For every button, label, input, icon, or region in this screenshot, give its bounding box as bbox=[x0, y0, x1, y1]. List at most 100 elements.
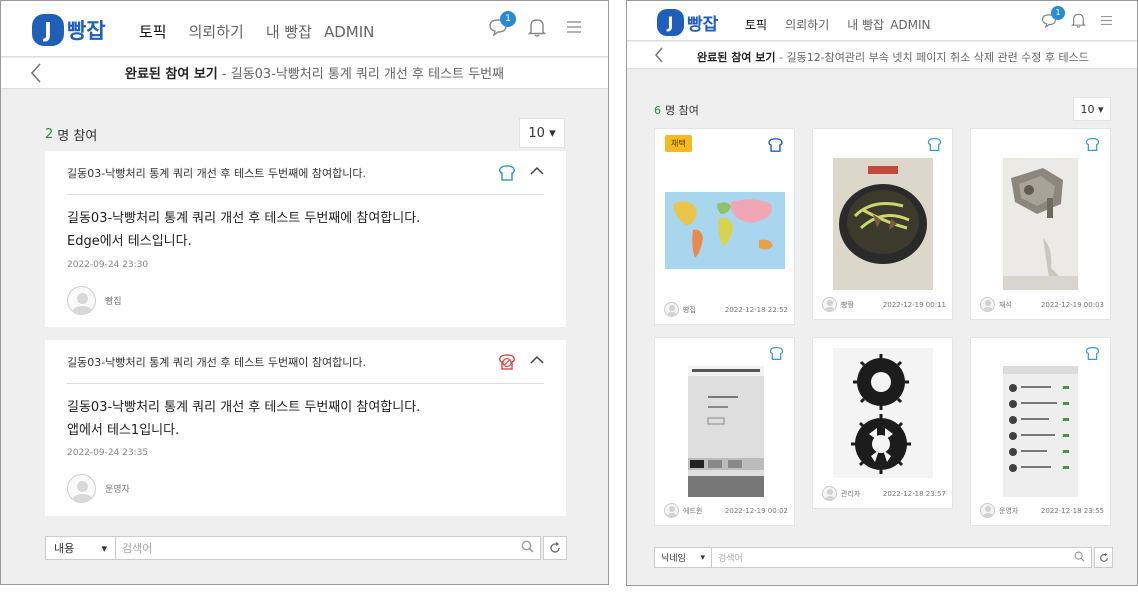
page-title-topic: - 길동03-낙빵처리 통계 쿼리 개선 후 테스트 두번째 bbox=[217, 67, 505, 82]
message-badge: 1 bbox=[1051, 5, 1065, 20]
menu-icon[interactable] bbox=[566, 20, 582, 34]
nav-topic[interactable]: 토픽 bbox=[745, 16, 767, 33]
back-chevron-icon[interactable] bbox=[653, 42, 665, 73]
entry-content-line: 길동03-낙빵처리 통계 쿼리 개선 후 테스트 두번째이 참여합니다. bbox=[67, 400, 421, 415]
participant-count-label: 명 참여 bbox=[665, 104, 699, 117]
card-author: 에드윈 2022-12-19 00:02 bbox=[664, 503, 788, 518]
header-icons: 1 bbox=[1027, 5, 1113, 28]
machine-part-image bbox=[1003, 158, 1078, 290]
collapse-chevron-icon[interactable] bbox=[530, 165, 544, 180]
participation-entry: 길동03-낙빵처리 통계 쿼리 개선 후 테스트 두번째이 참여합니다. 길동0… bbox=[45, 340, 566, 516]
entry-content-line: Edge에서 테스입니다. bbox=[67, 234, 192, 249]
entry-header[interactable]: 길동03-낙빵처리 통계 쿼리 개선 후 테스트 두번째에 참여합니다. bbox=[67, 151, 544, 195]
nav-request[interactable]: 의뢰하기 bbox=[785, 16, 829, 33]
menu-icon[interactable] bbox=[1100, 15, 1113, 26]
author-name: 관리자 bbox=[841, 489, 861, 498]
card-date: 2022-12-18 23:57 bbox=[882, 489, 946, 498]
search-icon[interactable] bbox=[521, 540, 534, 556]
card-author: 빵집 2022-12-18 22:52 bbox=[664, 302, 788, 317]
avatar bbox=[67, 286, 96, 315]
main-nav: 토픽 의뢰하기 내 빵잡 ADMIN bbox=[139, 21, 396, 42]
card-date: 2022-12-19 00:02 bbox=[724, 506, 788, 515]
search-icon[interactable] bbox=[1074, 551, 1085, 565]
author-name: 빵집 bbox=[105, 297, 122, 307]
page-title: 완료된 참여 보기 - 길동03-낙빵처리 통계 쿼리 개선 후 테스트 두번째 bbox=[125, 63, 504, 82]
nav-admin[interactable]: ADMIN bbox=[890, 18, 930, 32]
caret-down-icon: ▾ bbox=[700, 552, 705, 563]
avatar bbox=[822, 297, 837, 312]
page-title: 완료된 참여 보기 - 길동12-참여관리 부속 넷치 페이지 취소 삭제 관련… bbox=[697, 49, 1089, 65]
card-date: 2022-12-18 22:52 bbox=[724, 305, 788, 314]
avatar bbox=[822, 486, 837, 501]
search-bar: 닉네임 ▾ 검색어 bbox=[654, 547, 1113, 568]
participation-card[interactable]: 에드윈 2022-12-19 00:02 bbox=[654, 337, 795, 526]
bell-icon[interactable] bbox=[1071, 12, 1086, 28]
collapse-chevron-icon[interactable] bbox=[530, 354, 544, 369]
page-title-bold: 완료된 참여 보기 bbox=[697, 51, 776, 64]
bread-icon bbox=[927, 137, 942, 156]
adopted-badge: 채택 bbox=[665, 135, 692, 152]
avatar bbox=[980, 297, 995, 312]
app-list-image bbox=[1003, 366, 1078, 497]
header-icons: 1 bbox=[468, 11, 582, 37]
nav-my-bbangjob[interactable]: 내 빵잡 bbox=[266, 21, 312, 42]
entry-content-line: 앱에서 테스1입니다. bbox=[67, 423, 180, 438]
refresh-icon[interactable] bbox=[543, 536, 567, 560]
message-badge: 1 bbox=[500, 11, 516, 27]
search-placeholder: 검색어 bbox=[718, 554, 743, 564]
entry-title: 길동03-낙빵처리 통계 쿼리 개선 후 테스트 두번째에 참여합니다. bbox=[67, 166, 366, 180]
search-field-select[interactable]: 닉네임 ▾ bbox=[654, 547, 712, 568]
participation-card[interactable]: 재석 2022-12-19 00:03 bbox=[970, 128, 1111, 320]
nav-topic[interactable]: 토픽 bbox=[139, 21, 167, 42]
card-date: 2022-12-19 00:11 bbox=[882, 300, 946, 309]
entry-author[interactable]: 빵집 bbox=[67, 286, 122, 315]
nav-admin[interactable]: ADMIN bbox=[324, 23, 374, 41]
logo-text: 빵잡 bbox=[67, 19, 106, 43]
top-navbar: J 빵잡 토픽 의뢰하기 내 빵잡 ADMIN 1 bbox=[1, 1, 608, 57]
entry-date: 2022-09-24 23:35 bbox=[67, 448, 149, 458]
participation-card[interactable]: 관리자 2022-12-18 23:57 bbox=[812, 337, 953, 509]
author-name: 운영자 bbox=[999, 506, 1019, 515]
message-icon[interactable]: 1 bbox=[1041, 5, 1065, 28]
bread-icon bbox=[1085, 137, 1100, 156]
entry-date: 2022-09-24 23:30 bbox=[67, 260, 149, 270]
bell-icon[interactable] bbox=[528, 17, 546, 37]
sub-header: 완료된 참여 보기 - 길동12-참여관리 부속 넷치 페이지 취소 삭제 관련… bbox=[627, 42, 1137, 69]
participation-card[interactable]: 채택 빵집 2022-12-18 22:52 bbox=[654, 128, 795, 325]
screen-photo-image bbox=[688, 366, 764, 497]
refresh-icon[interactable] bbox=[1094, 547, 1113, 568]
gears-image bbox=[833, 348, 933, 478]
participation-card[interactable]: 운영자 2022-12-18 23:55 bbox=[970, 337, 1111, 526]
bread-icon bbox=[1085, 346, 1100, 365]
search-field-value: 닉네임 bbox=[661, 554, 686, 564]
logo-badge: J bbox=[657, 9, 684, 36]
entry-header[interactable]: 길동03-낙빵처리 통계 쿼리 개선 후 테스트 두번째이 참여합니다. bbox=[67, 340, 544, 384]
logo[interactable]: J 빵잡 bbox=[32, 14, 106, 46]
search-field-select[interactable]: 내용 ▾ bbox=[45, 536, 116, 560]
search-input[interactable]: 검색어 bbox=[116, 536, 541, 560]
message-icon[interactable]: 1 bbox=[488, 11, 516, 36]
right-screen: J 빵잡 토픽 의뢰하기 내 빵잡 ADMIN 1 완료된 참여 보기 - 길동 bbox=[626, 0, 1138, 586]
page-title-topic: - 길동12-참여관리 부속 넷치 페이지 취소 삭제 관련 수정 후 테스드 bbox=[775, 51, 1089, 64]
search-input[interactable]: 검색어 bbox=[712, 547, 1092, 568]
left-screen: J 빵잡 토픽 의뢰하기 내 빵잡 ADMIN 1 완료된 참여 보기 - 길동 bbox=[0, 0, 609, 585]
search-bar: 내용 ▾ 검색어 bbox=[45, 536, 567, 560]
card-author: 빵짱 2022-12-19 00:11 bbox=[822, 297, 946, 312]
logo[interactable]: J 빵잡 bbox=[657, 9, 718, 36]
nav-my-bbangjob[interactable]: 내 빵잡 bbox=[847, 16, 884, 33]
entry-author[interactable]: 운영자 bbox=[67, 474, 130, 503]
author-name: 운영자 bbox=[105, 485, 130, 495]
author-name: 빵짱 bbox=[841, 300, 854, 309]
back-chevron-icon[interactable] bbox=[29, 58, 43, 94]
avatar bbox=[67, 474, 96, 503]
participant-count: 2 명 참여 bbox=[45, 125, 97, 144]
author-name: 빵집 bbox=[683, 305, 696, 314]
participation-card[interactable]: 빵짱 2022-12-19 00:11 bbox=[812, 128, 953, 320]
nav-request[interactable]: 의뢰하기 bbox=[189, 21, 244, 42]
no-bread-icon bbox=[498, 353, 516, 371]
card-author: 운영자 2022-12-18 23:55 bbox=[980, 503, 1104, 518]
bread-icon bbox=[767, 137, 784, 157]
page-size-select[interactable]: 10 ▾ bbox=[519, 118, 565, 148]
top-navbar: J 빵잡 토픽 의뢰하기 내 빵잡 ADMIN 1 bbox=[627, 1, 1137, 41]
page-size-select[interactable]: 10 ▾ bbox=[1073, 97, 1111, 121]
